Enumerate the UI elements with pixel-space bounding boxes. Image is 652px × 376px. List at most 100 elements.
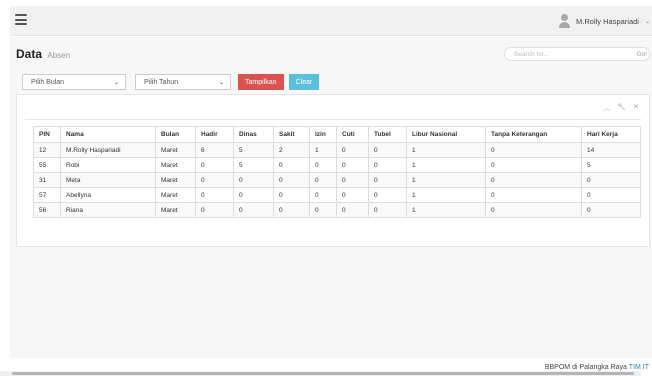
cell-sakit: 0: [273, 157, 310, 173]
cell-sakit: 0: [273, 187, 310, 203]
cell-sakit: 2: [273, 142, 310, 158]
cell-pin: 55: [33, 157, 61, 173]
cell-dinas: 0: [233, 172, 274, 188]
chevron-down-icon: ⌄: [644, 18, 650, 25]
cell-pin: 57: [33, 187, 61, 203]
footer-text: BBPOM di Palangka Raya: [544, 364, 627, 371]
cell-nama: Meta: [60, 172, 156, 188]
scrollbar-thumb[interactable]: [12, 372, 634, 375]
show-button[interactable]: Tampilkan: [238, 74, 284, 90]
table-row: 55 Robi Maret 0 5 0 0 0 0 1 0 5: [33, 157, 641, 173]
cell-nama: Abellyna: [60, 187, 156, 203]
table-row: 56 Riana Maret 0 0 0 0 0 0 1 0 0: [33, 202, 641, 218]
user-name: M.Rolly Haspariadi: [576, 16, 639, 26]
table-row: 57 Abellyna Maret 0 0 0 0 0 0 1 0 0: [33, 187, 641, 203]
menu-icon[interactable]: [15, 14, 27, 25]
wrench-icon[interactable]: 🔧: [617, 103, 626, 113]
cell-cuti: 0: [336, 172, 369, 188]
footer: BBPOM di Palangka Raya TIM IT: [545, 364, 649, 371]
search-box: Go!: [504, 47, 650, 61]
cell-hari-kerja: 0: [581, 202, 641, 218]
cell-hari-kerja: 0: [581, 187, 641, 203]
cell-pin: 12: [33, 142, 61, 158]
cell-izin: 0: [309, 157, 337, 173]
clear-button[interactable]: Clear: [288, 74, 320, 90]
attendance-panel: ︿ 🔧 ✕ PIN Nama Bulan Hadir Dinas Sakit I…: [16, 94, 650, 247]
table-header-row: PIN Nama Bulan Hadir Dinas Sakit Izin Cu…: [33, 126, 641, 143]
cell-dinas: 5: [233, 142, 274, 158]
cell-libur-nasional: 1: [406, 142, 486, 158]
cell-hadir: 0: [195, 172, 234, 188]
month-select[interactable]: Pilih Bulan ⌄: [22, 74, 126, 90]
cell-tubel: 0: [368, 202, 407, 218]
cell-hadir: 6: [195, 142, 234, 158]
column-header: Izin: [309, 126, 337, 143]
close-icon[interactable]: ✕: [633, 103, 639, 113]
page-subtitle: Absen: [47, 51, 71, 60]
cell-tubel: 0: [368, 172, 407, 188]
collapse-icon[interactable]: ︿: [603, 103, 610, 113]
year-select[interactable]: Pilih Tahun ⌄: [135, 74, 231, 90]
cell-nama: Riana: [60, 202, 156, 218]
cell-izin: 1: [309, 142, 337, 158]
chevron-down-icon: ⌄: [113, 79, 119, 86]
cell-tanpa-keterangan: 0: [485, 142, 582, 158]
cell-nama: M.Rolly Haspariadi: [60, 142, 156, 158]
search-go-button[interactable]: Go!: [626, 47, 650, 61]
cell-hadir: 0: [195, 202, 234, 218]
column-header: Bulan: [155, 126, 196, 143]
cell-tubel: 0: [368, 187, 407, 203]
cell-libur-nasional: 1: [406, 202, 486, 218]
attendance-table: PIN Nama Bulan Hadir Dinas Sakit Izin Cu…: [33, 126, 641, 218]
cell-cuti: 0: [336, 187, 369, 203]
panel-tools: ︿ 🔧 ✕: [603, 103, 639, 113]
search-input[interactable]: [504, 47, 626, 61]
column-header: Libur Nasional: [406, 126, 486, 143]
cell-dinas: 5: [233, 157, 274, 173]
cell-hari-kerja: 14: [581, 142, 641, 158]
cell-dinas: 0: [233, 187, 274, 203]
horizontal-scrollbar[interactable]: [0, 371, 641, 376]
column-header: PIN: [33, 126, 61, 143]
cell-cuti: 0: [336, 157, 369, 173]
chevron-down-icon: ⌄: [218, 79, 224, 86]
cell-hadir: 0: [195, 157, 234, 173]
cell-libur-nasional: 1: [406, 187, 486, 203]
filter-bar: Pilih Bulan ⌄ Pilih Tahun ⌄ Tampilkan Cl…: [22, 74, 324, 90]
cell-dinas: 0: [233, 202, 274, 218]
page-title: Data Absen: [16, 47, 70, 61]
column-header: Dinas: [233, 126, 274, 143]
divider: [25, 119, 641, 120]
column-header: Nama: [60, 126, 156, 143]
user-menu[interactable]: M.Rolly Haspariadi ⌄: [559, 14, 650, 28]
cell-sakit: 0: [273, 172, 310, 188]
main-content: Data Absen Go! Pilih Bulan ⌄ Pilih Tahun…: [10, 37, 652, 358]
cell-hadir: 0: [195, 187, 234, 203]
cell-izin: 0: [309, 187, 337, 203]
cell-tanpa-keterangan: 0: [485, 187, 582, 203]
cell-tanpa-keterangan: 0: [485, 172, 582, 188]
table-row: 12 M.Rolly Haspariadi Maret 6 5 2 1 0 0 …: [33, 142, 641, 158]
user-avatar-icon: [559, 14, 571, 28]
year-select-value: Pilih Tahun: [144, 78, 179, 86]
cell-cuti: 0: [336, 142, 369, 158]
cell-pin: 56: [33, 202, 61, 218]
cell-sakit: 0: [273, 202, 310, 218]
cell-nama: Robi: [60, 157, 156, 173]
cell-izin: 0: [309, 172, 337, 188]
table-row: 31 Meta Maret 0 0 0 0 0 0 1 0 0: [33, 172, 641, 188]
cell-libur-nasional: 1: [406, 172, 486, 188]
cell-bulan: Maret: [155, 157, 196, 173]
column-header: Tubel: [368, 126, 407, 143]
month-select-value: Pilih Bulan: [31, 78, 65, 86]
cell-tubel: 0: [368, 157, 407, 173]
footer-brand-link[interactable]: TIM IT: [629, 364, 649, 371]
cell-hari-kerja: 5: [581, 157, 641, 173]
cell-tanpa-keterangan: 0: [485, 202, 582, 218]
cell-izin: 0: [309, 202, 337, 218]
column-header: Tanpa Keterangan: [485, 126, 582, 143]
cell-tubel: 0: [368, 142, 407, 158]
cell-libur-nasional: 1: [406, 157, 486, 173]
column-header: Cuti: [336, 126, 369, 143]
cell-cuti: 0: [336, 202, 369, 218]
